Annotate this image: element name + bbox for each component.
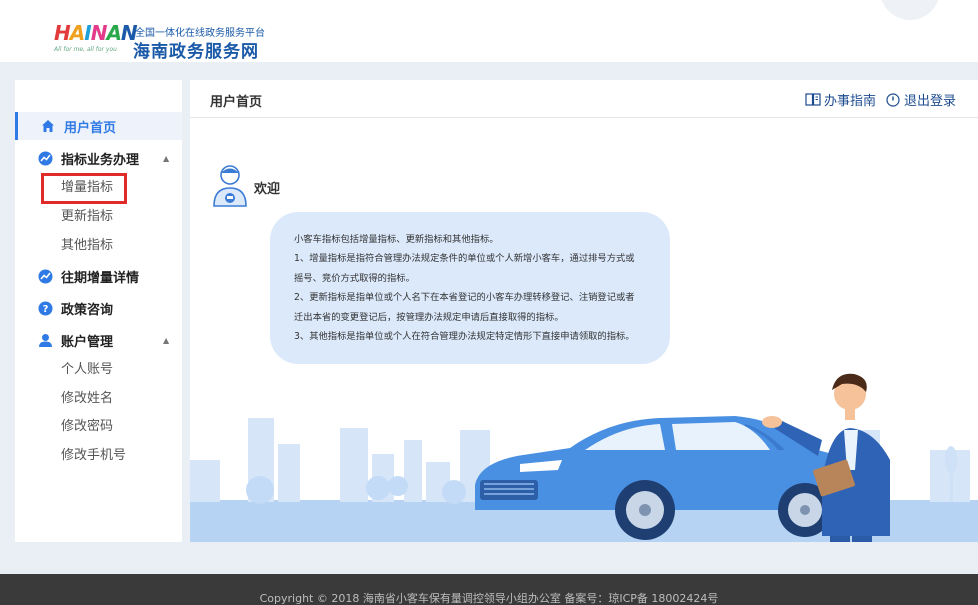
- power-icon: [885, 92, 901, 107]
- sidebar-item-past-details[interactable]: 往期增量详情: [15, 262, 182, 290]
- question-icon: ?: [37, 300, 53, 316]
- intro-line: 2、更新指标是指单位或个人名下在本省登记的小客车办理转移登记、注销登记或者: [294, 292, 635, 304]
- hainan-logo[interactable]: HAINAN All for me, all for you: [54, 22, 138, 62]
- footer-copyright: Copyright © 2018 海南省小客车保有量调控领导小组办公室 备案号：…: [259, 592, 719, 605]
- book-icon: [805, 93, 821, 107]
- corner-decoration: [880, 0, 940, 20]
- intro-line: 1、增量指标是指符合管理办法规定条件的单位或个人新增小客车，通过排号方式或: [294, 253, 635, 265]
- main-panel: 用户首页 办事指南 退出登录 欢迎 小客车指标包括增量指标、更新指标和其他指标。…: [190, 80, 978, 542]
- intro-line: 迁出本省的变更登记后，按管理办法规定申请后直接取得的指标。: [294, 311, 564, 323]
- car-illustration: [190, 373, 978, 542]
- intro-line: 3、其他指标是指单位或个人在符合管理办法规定特定情形下直接申请领取的指标。: [294, 331, 635, 343]
- main-header: 用户首页 办事指南 退出登录: [190, 80, 978, 118]
- sidebar: 用户首页 指标业务办理 ▲ 增量指标 更新指标 其他指标 往期增量详情 ? 政策…: [15, 80, 182, 542]
- sidebar-subitem-change-phone[interactable]: 修改手机号: [61, 446, 126, 466]
- sidebar-item-label: 政策咨询: [61, 302, 114, 318]
- sidebar-item-label: 往期增量详情: [61, 270, 140, 286]
- intro-line: 小客车指标包括增量指标、更新指标和其他指标。: [294, 234, 499, 245]
- sidebar-subitem-renewal[interactable]: 更新指标: [61, 207, 113, 227]
- logo-tagline: All for me, all for you: [54, 46, 117, 53]
- logout-link[interactable]: 退出登录: [885, 90, 956, 109]
- sidebar-subitem-personal-account[interactable]: 个人账号: [61, 360, 113, 380]
- highlight-box: [41, 173, 127, 204]
- footer: Copyright © 2018 海南省小客车保有量调控领导小组办公室 备案号：…: [0, 574, 978, 605]
- avatar-icon: [212, 162, 248, 208]
- guide-link[interactable]: 办事指南: [805, 90, 876, 109]
- sidebar-item-indicator-business[interactable]: 指标业务办理 ▲: [15, 144, 182, 172]
- caret-up-icon: ▲: [163, 153, 170, 163]
- sidebar-item-account[interactable]: 账户管理 ▲: [15, 326, 182, 354]
- caret-up-icon: ▲: [163, 335, 170, 345]
- svg-text:?: ?: [42, 304, 48, 315]
- page-title: 用户首页: [210, 95, 263, 110]
- sidebar-item-label: 用户首页: [64, 120, 117, 136]
- sidebar-item-label: 账户管理: [61, 334, 114, 350]
- sidebar-subitem-change-name[interactable]: 修改姓名: [61, 389, 113, 409]
- site-header: HAINAN All for me, all for you 全国一体化在线政务…: [0, 0, 978, 62]
- guide-link-label: 办事指南: [824, 94, 877, 109]
- home-icon: [40, 118, 56, 134]
- sidebar-item-user-home[interactable]: 用户首页: [15, 112, 182, 140]
- user-icon: [37, 332, 53, 348]
- sidebar-subitem-change-password[interactable]: 修改密码: [61, 417, 113, 437]
- chart-icon: [37, 268, 53, 284]
- sidebar-item-label: 指标业务办理: [61, 152, 140, 168]
- intro-line: 摇号、竞价方式取得的指标。: [294, 272, 415, 284]
- sidebar-subitem-other[interactable]: 其他指标: [61, 236, 113, 256]
- sidebar-item-policy[interactable]: ? 政策咨询: [15, 294, 182, 322]
- site-title[interactable]: 海南政务服务网: [133, 37, 259, 62]
- logout-link-label: 退出登录: [904, 94, 957, 109]
- intro-bubble: 小客车指标包括增量指标、更新指标和其他指标。 1、增量指标是指符合管理办法规定条…: [270, 212, 670, 364]
- welcome-text: 欢迎: [254, 182, 281, 197]
- chart-icon: [37, 150, 53, 166]
